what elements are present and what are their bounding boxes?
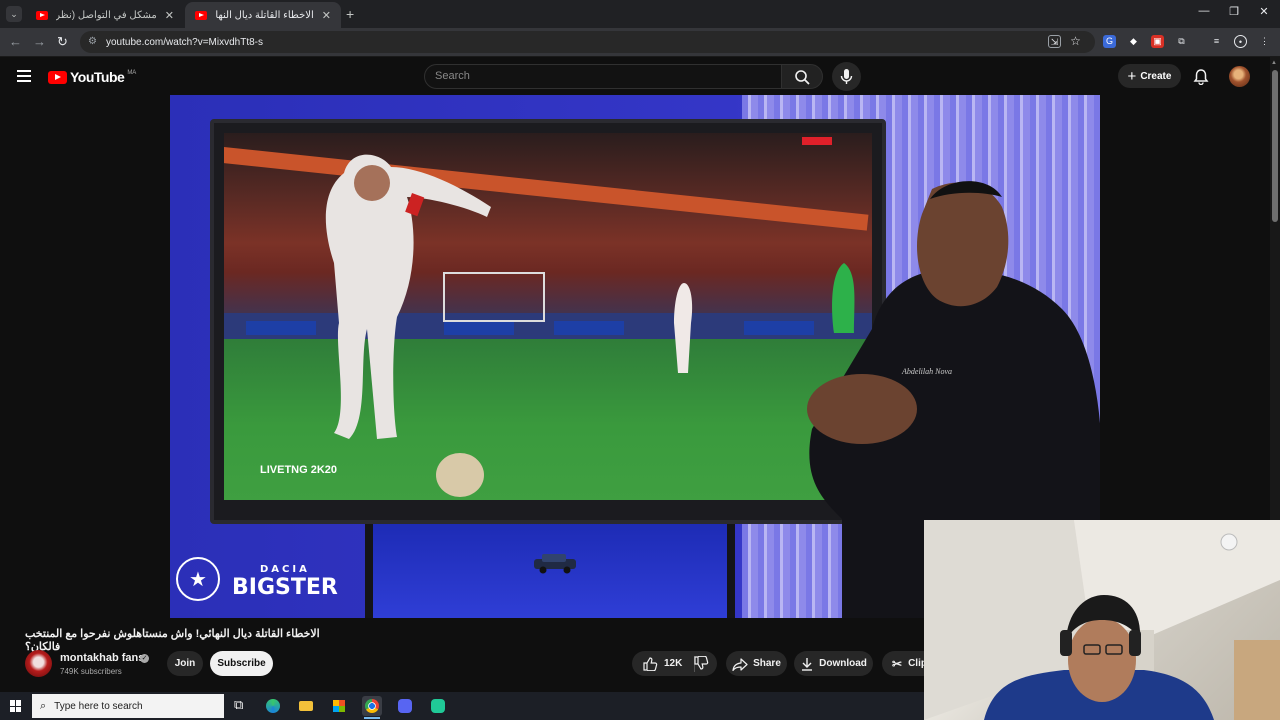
taskbar-search-placeholder: Type here to search (54, 700, 143, 712)
back-arrow-icon[interactable]: ← (9, 34, 22, 49)
profile-icon[interactable]: • (1234, 35, 1247, 48)
diamond-extension-icon[interactable]: ◆ (1127, 35, 1140, 48)
video-watermark: LIVETNG 2K20 (260, 464, 337, 476)
media-controls-icon[interactable]: ≡ (1210, 35, 1223, 48)
bell-icon (1193, 69, 1209, 86)
discord-icon[interactable] (395, 696, 415, 716)
browser-tab-bar: ⌄ مشكل في التواصل (نظرية البرانك... ✕ ال… (0, 0, 1280, 28)
tab-search-chevron-icon[interactable]: ⌄ (6, 6, 22, 22)
restore-icon[interactable]: ❐ (1219, 5, 1249, 18)
like-button[interactable]: 12K (642, 656, 682, 671)
share-button[interactable]: Share (726, 651, 787, 676)
tv-monitor: LIVETNG 2K20 (210, 119, 886, 524)
site-info-icon[interactable]: ⚙ (88, 36, 100, 48)
subscribe-button[interactable]: Subscribe (210, 651, 273, 676)
youtube-play-logo-icon (48, 70, 67, 84)
search-icon (795, 70, 810, 85)
windows-start-icon[interactable] (10, 700, 22, 712)
football-match-footage: LIVETNG 2K20 (224, 133, 872, 500)
tab-1-close-icon[interactable]: ✕ (165, 9, 174, 22)
toy-car (534, 554, 576, 574)
voice-search-button[interactable] (832, 62, 861, 91)
youtube-logo[interactable]: YouTube MA (48, 69, 136, 85)
tab-1[interactable]: مشكل في التواصل (نظرية البرانك... ✕ (26, 2, 184, 28)
like-count: 12K (664, 658, 683, 669)
share-label: Share (753, 658, 781, 669)
tab-1-title: مشكل في التواصل (نظرية البرانك... (56, 9, 157, 21)
youtube-favicon-icon (36, 10, 48, 20)
taskbar-search-input[interactable]: ⌕ Type here to search (32, 694, 224, 718)
tv-stand (365, 523, 735, 618)
forward-arrow-icon[interactable]: → (33, 34, 46, 49)
create-label: Create (1140, 70, 1172, 82)
address-bar[interactable]: ⚙ youtube.com/watch?v=MixvdhTt8-s (80, 31, 1095, 53)
notifications-button[interactable] (1193, 68, 1209, 90)
minimize-icon[interactable]: — (1189, 5, 1219, 17)
scrollbar-thumb[interactable] (1272, 70, 1278, 222)
window-close-icon[interactable]: ✕ (1249, 5, 1279, 18)
hamburger-menu-icon[interactable] (17, 70, 31, 82)
install-app-icon[interactable]: ⇲ (1048, 35, 1061, 48)
team-crest-icon: ★ (176, 557, 220, 601)
sponsor-overlay: ★ DACIA BIGSTER (176, 557, 338, 601)
microphone-icon (840, 69, 853, 84)
plus-icon: + (1127, 67, 1137, 85)
edge-browser-icon[interactable] (263, 696, 283, 716)
thumbs-down-icon (694, 655, 709, 670)
user-avatar[interactable] (1229, 66, 1250, 87)
svg-text:Abdelilah Nova: Abdelilah Nova (901, 367, 952, 376)
sponsor-brand-large: BIGSTER (232, 575, 338, 600)
translate-extension-icon[interactable]: G (1103, 35, 1116, 48)
windows-taskbar: ⌕ Type here to search ⧉ (0, 692, 924, 720)
webcam-overlay (924, 520, 1280, 720)
webcam-person (924, 520, 1280, 720)
subscriber-count: 749K subscribers (60, 667, 122, 676)
chrome-icon[interactable] (362, 696, 382, 719)
country-code: MA (127, 69, 137, 76)
download-icon (802, 657, 813, 671)
create-button[interactable]: + Create (1118, 64, 1181, 88)
browser-menu-icon[interactable]: ⋮ (1258, 35, 1271, 48)
channel-avatar[interactable] (25, 650, 52, 677)
browser-toolbar: ← → ↻ ⚙ youtube.com/watch?v=MixvdhTt8-s … (0, 28, 1280, 57)
reload-icon[interactable]: ↻ (57, 34, 68, 50)
taskbar-search-icon: ⌕ (40, 699, 47, 712)
youtube-header: YouTube MA Search + Create (0, 57, 1270, 95)
tab-2-title: الاخطاء القاتلة ديال النهائي! واش... (215, 9, 314, 21)
bookmark-star-icon[interactable]: ☆ (1069, 35, 1082, 48)
new-tab-plus-icon[interactable]: + (346, 6, 354, 22)
url-text: youtube.com/watch?v=MixvdhTt8-s (106, 36, 264, 48)
tab-2-active[interactable]: الاخطاء القاتلة ديال النهائي! واش... ✕ (185, 2, 341, 28)
sponsor-text: DACIA BIGSTER (232, 561, 338, 600)
dislike-button[interactable] (693, 655, 709, 676)
red-extension-icon[interactable]: ▣ (1151, 35, 1164, 48)
tab-2-close-icon[interactable]: ✕ (322, 9, 331, 22)
thumbs-up-icon (643, 657, 658, 671)
share-arrow-icon (732, 657, 748, 671)
scissors-icon: ✂ (892, 656, 903, 671)
join-button[interactable]: Join (167, 651, 203, 676)
extensions-puzzle-icon[interactable]: ⧉ (1175, 35, 1188, 48)
match-scene: LIVETNG 2K20 (224, 137, 872, 497)
scroll-up-arrow-icon[interactable]: ▲ (1271, 60, 1277, 66)
search-input[interactable]: Search (424, 64, 782, 89)
youtube-logo-text: YouTube (70, 69, 125, 85)
channel-name[interactable]: montakhab fans (60, 652, 144, 664)
search-button[interactable] (781, 64, 823, 89)
download-button[interactable]: Download (794, 651, 873, 676)
youtube-favicon-icon (195, 10, 207, 20)
video-title: الاخطاء القاتلة ديال النهائي! واش منستاه… (25, 628, 320, 653)
green-app-icon[interactable] (428, 696, 448, 716)
task-view-icon[interactable]: ⧉ (230, 696, 250, 716)
microsoft-store-icon[interactable] (329, 696, 349, 716)
file-explorer-icon[interactable] (296, 696, 316, 716)
verified-check-icon: ✓ (140, 654, 149, 663)
download-label: Download (819, 658, 867, 669)
